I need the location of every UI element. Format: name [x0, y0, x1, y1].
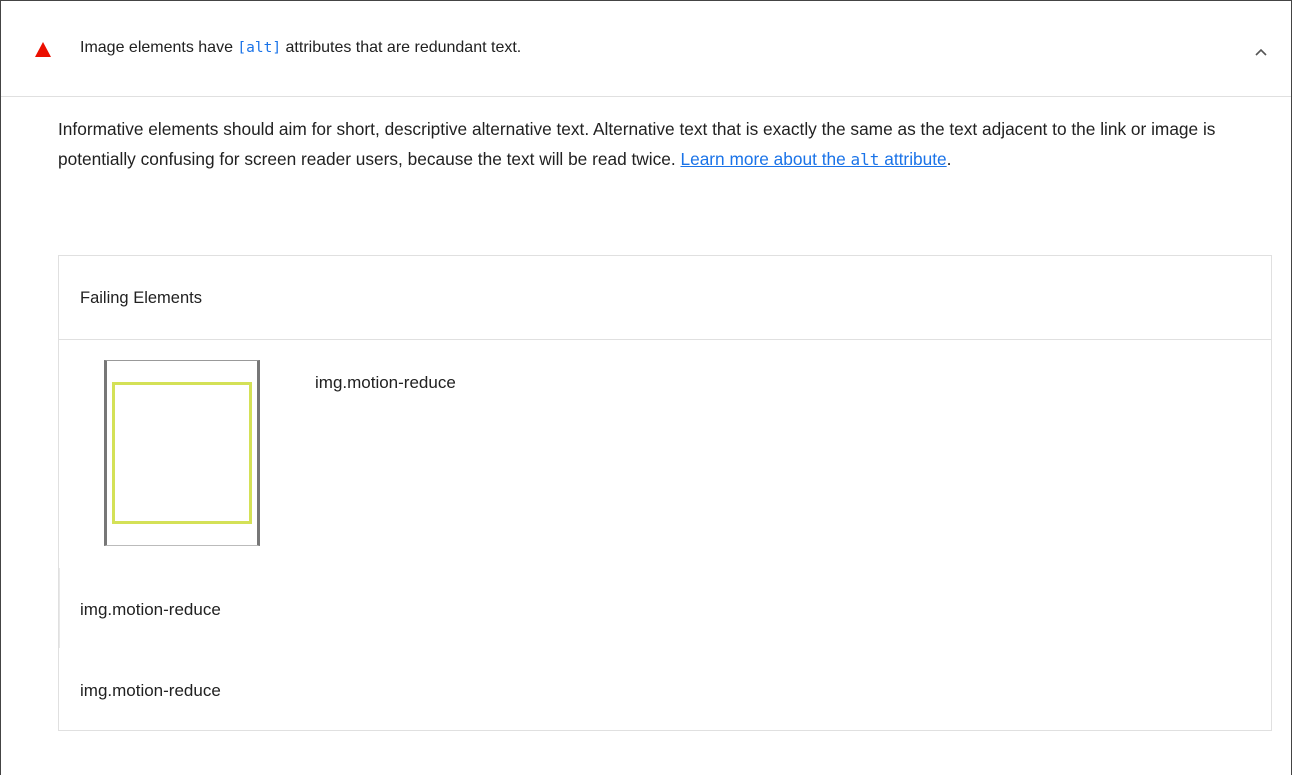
node-label[interactable]: img.motion-reduce: [80, 681, 221, 701]
audit-item: Image elements have [alt] attributes tha…: [0, 0, 1292, 775]
audit-title-code: [alt]: [237, 40, 282, 56]
audit-title-text-end: attributes that are redundant text.: [281, 39, 522, 56]
element-highlight-box: [112, 382, 252, 524]
audit-title-text: Image elements have: [80, 39, 238, 56]
table-header-label: Failing Elements: [80, 289, 202, 307]
warning-triangle-icon: [35, 42, 51, 57]
table-header: Failing Elements: [59, 256, 1271, 340]
node-label[interactable]: img.motion-reduce: [315, 373, 456, 393]
audit-description: Informative elements should aim for shor…: [58, 115, 1248, 174]
chevron-up-icon[interactable]: [1253, 47, 1269, 57]
failing-elements-table: Failing Elements img.motion-reduce img.m…: [58, 255, 1272, 731]
learn-more-link[interactable]: Learn more about the alt attribute: [680, 149, 946, 169]
audit-title: Image elements have [alt] attributes tha…: [80, 38, 521, 58]
description-text: Informative elements should aim for shor…: [58, 119, 1216, 169]
audit-header[interactable]: Image elements have [alt] attributes tha…: [1, 1, 1291, 97]
element-screenshot-thumbnail[interactable]: [104, 360, 260, 546]
description-end: .: [946, 148, 952, 169]
row-divider: [59, 568, 60, 648]
node-label[interactable]: img.motion-reduce: [80, 600, 221, 620]
